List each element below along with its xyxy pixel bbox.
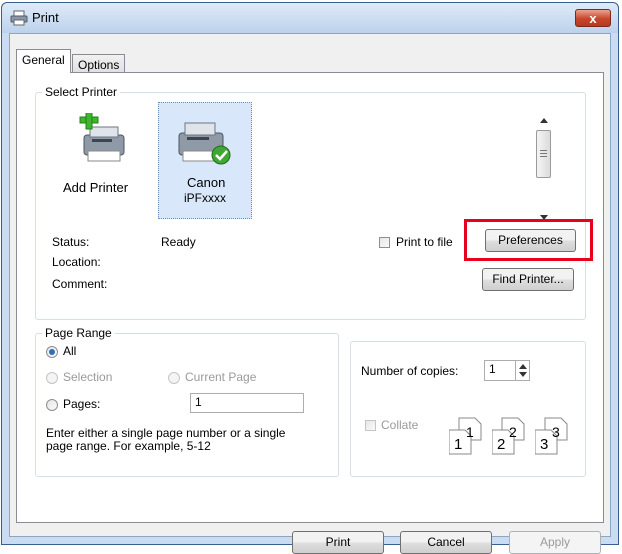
pages-radio[interactable]: [46, 399, 58, 411]
printer-list-scrollbar[interactable]: [535, 102, 552, 226]
current-page-label: Current Page: [185, 370, 257, 384]
select-printer-group-label: Select Printer: [42, 85, 121, 99]
preferences-highlight: [464, 219, 593, 261]
printer-item-canon[interactable]: Canon iPFxxxx: [158, 102, 252, 219]
print-button[interactable]: Print: [292, 531, 384, 554]
tab-general-label: General: [22, 53, 65, 67]
printer-item-add-printer[interactable]: Add Printer: [54, 107, 146, 219]
close-icon: x: [589, 11, 597, 26]
canon-printer-name: Canon: [187, 175, 226, 190]
all-label: All: [63, 344, 77, 358]
selection-radio[interactable]: [46, 372, 58, 384]
add-printer-icon: [70, 110, 130, 172]
cancel-button[interactable]: Cancel: [400, 531, 492, 554]
copies-group: Number of copies: 1 Collate 1 1 2 2 3 3: [350, 341, 586, 477]
apply-button[interactable]: Apply: [509, 531, 601, 554]
print-dialog: Print x General Options Select Printer A…: [1, 2, 619, 554]
page-range-hint-line1: Enter either a single page number or a s…: [46, 426, 286, 440]
add-printer-label: Add Printer: [63, 180, 129, 195]
pages-label: Pages:: [63, 397, 101, 411]
window-title: Print: [32, 10, 59, 25]
location-label: Location:: [52, 255, 101, 269]
title-bar: Print x: [2, 3, 618, 33]
scroll-up-arrow-icon[interactable]: [540, 112, 548, 126]
find-printer-button[interactable]: Find Printer...: [482, 268, 574, 291]
number-of-copies-label: Number of copies:: [361, 364, 459, 378]
print-to-file-label: Print to file: [396, 235, 453, 249]
printer-icon: [10, 10, 28, 26]
status-value: Ready: [161, 235, 196, 249]
scroll-thumb[interactable]: [536, 130, 551, 178]
page-range-hint-line2: page range. For example, 5-12: [46, 439, 211, 453]
printer-list[interactable]: Add Printer Canon iPFxxxx: [52, 102, 554, 226]
tab-options-label: Options: [78, 58, 120, 72]
page-range-group-label: Page Range: [42, 326, 115, 340]
canon-printer-model: iPFxxxx: [184, 191, 226, 205]
collate-page-1-icon: 1 1: [449, 416, 489, 456]
canon-printer-icon: [173, 113, 237, 172]
general-tab-panel: Select Printer Add Printer Canon iPFxxxx…: [16, 72, 604, 523]
selection-label: Selection: [63, 370, 113, 384]
copies-spinner[interactable]: [515, 361, 530, 380]
all-radio[interactable]: [46, 346, 58, 358]
spin-up-arrow-icon[interactable]: [519, 364, 527, 369]
spin-down-arrow-icon[interactable]: [519, 372, 527, 377]
close-button[interactable]: x: [575, 9, 611, 27]
select-printer-group: Select Printer Add Printer Canon iPFxxxx…: [35, 85, 593, 320]
collate-label: Collate: [381, 418, 419, 432]
current-page-radio[interactable]: [168, 372, 180, 384]
collate-page-2-icon: 2 2: [492, 416, 532, 456]
dialog-client-area: General Options Select Printer Add Print…: [9, 33, 611, 554]
page-range-group: Page Range All Selection Current Page Pa…: [35, 326, 339, 477]
pages-input[interactable]: 1: [190, 393, 304, 413]
collate-page-3-icon: 3 3: [535, 416, 575, 456]
status-label: Status:: [52, 235, 90, 249]
scroll-grip-icon: [540, 150, 547, 157]
collate-checkbox[interactable]: [365, 420, 376, 431]
comment-label: Comment:: [52, 277, 108, 291]
collate-illustration: 1 1 2 2 3 3: [449, 416, 577, 458]
print-to-file-checkbox[interactable]: [379, 237, 390, 248]
tab-general[interactable]: General: [16, 49, 71, 73]
